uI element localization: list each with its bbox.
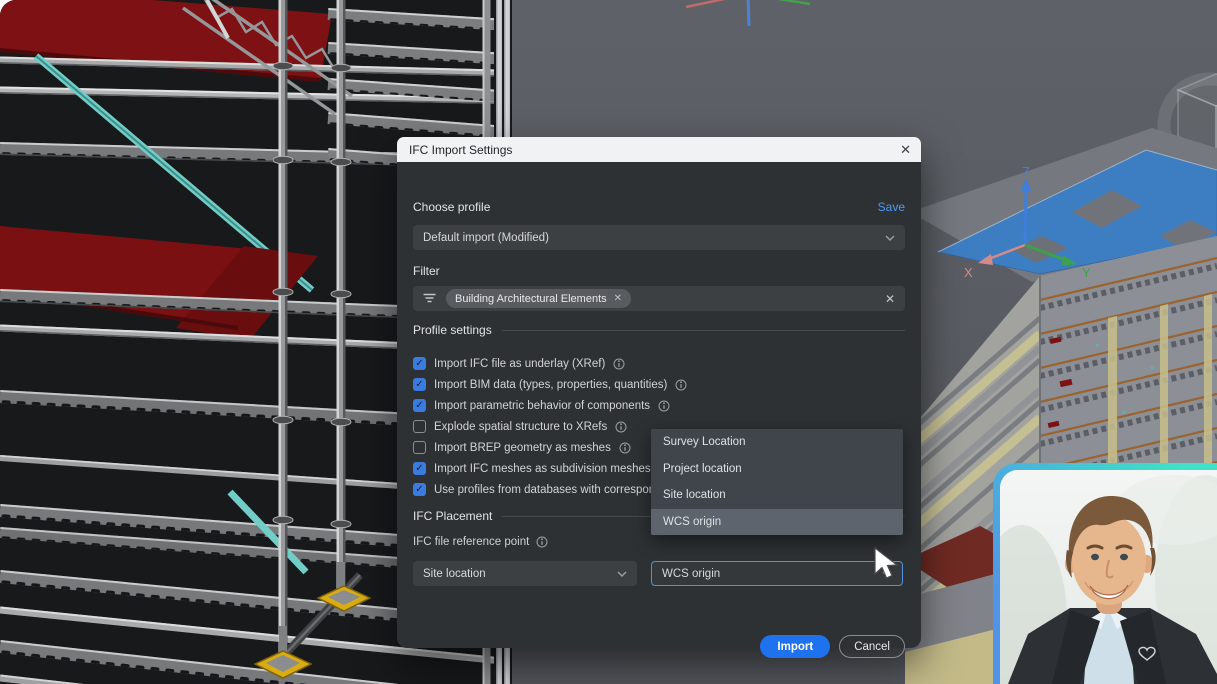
reference-point-label: IFC file reference point: [413, 536, 529, 548]
app-window: Z X Y IFC Import Settings ✕ Choose profi…: [0, 0, 1217, 684]
checkbox[interactable]: ✓: [413, 378, 426, 391]
dropdown-option-wcs-origin[interactable]: WCS origin: [651, 509, 903, 536]
dropdown-option-survey-location[interactable]: Survey Location: [651, 429, 903, 456]
filter-clear-icon[interactable]: ✕: [885, 292, 895, 306]
import-button[interactable]: Import: [760, 635, 830, 658]
profile-select[interactable]: Default import (Modified): [413, 225, 905, 250]
axis-label-y: Y: [1082, 265, 1091, 280]
checkbox-import-ifc-underlay[interactable]: ✓ Import IFC file as underlay (XRef): [413, 353, 905, 374]
chevron-down-icon: [617, 571, 627, 577]
check-icon: ✓: [415, 359, 423, 369]
filter-tag[interactable]: Building Architectural Elements ✕: [446, 289, 631, 308]
checkbox[interactable]: ✓: [413, 483, 426, 496]
tag-remove-icon[interactable]: ✕: [614, 293, 622, 304]
cancel-button[interactable]: Cancel: [839, 635, 905, 658]
presenter-photo: [1000, 470, 1217, 684]
checkbox-import-parametric-behavior[interactable]: ✓ Import parametric behavior of componen…: [413, 395, 905, 416]
axis-label-x: X: [964, 265, 973, 280]
checkbox[interactable]: ✓: [413, 462, 426, 475]
dialog-body: Choose profile Save Default import (Modi…: [397, 162, 921, 648]
check-icon: ✓: [415, 464, 423, 474]
dialog-title: IFC Import Settings: [409, 143, 512, 157]
checkbox[interactable]: ✓: [413, 420, 426, 433]
placement-select-value: WCS origin: [662, 568, 720, 580]
section-divider: [502, 330, 905, 331]
filter-tag-label: Building Architectural Elements: [455, 293, 607, 305]
reference-point-select[interactable]: Site location: [413, 561, 637, 586]
profile-settings-header: Profile settings: [413, 323, 492, 337]
checkbox-import-bim-data[interactable]: ✓ Import BIM data (types, properties, qu…: [413, 374, 905, 395]
filter-icon: [423, 290, 436, 308]
ifc-import-settings-dialog: IFC Import Settings ✕ Choose profile Sav…: [397, 137, 921, 648]
dropdown-option-project-location[interactable]: Project location: [651, 456, 903, 483]
choose-profile-label: Choose profile: [413, 200, 490, 214]
dialog-titlebar[interactable]: IFC Import Settings ✕: [397, 137, 921, 162]
placement-dropdown-list: Survey Location Project location Site lo…: [651, 429, 903, 535]
filter-label: Filter: [413, 264, 440, 278]
mouse-cursor: [872, 547, 902, 581]
info-icon[interactable]: [675, 379, 687, 391]
presenter-video-frame: [993, 463, 1217, 684]
info-icon[interactable]: [658, 400, 670, 412]
info-icon[interactable]: [536, 536, 548, 548]
checkbox[interactable]: ✓: [413, 441, 426, 454]
axis-label-z: Z: [1022, 164, 1030, 179]
check-icon: ✓: [415, 401, 423, 411]
reference-point-value: Site location: [423, 568, 486, 580]
info-icon[interactable]: [619, 442, 631, 454]
chevron-down-icon: [885, 235, 895, 241]
save-profile-link[interactable]: Save: [878, 200, 905, 214]
checkbox[interactable]: ✓: [413, 357, 426, 370]
placement-select[interactable]: WCS origin: [651, 561, 903, 586]
ifc-placement-header: IFC Placement: [413, 509, 492, 523]
filter-input[interactable]: Building Architectural Elements ✕ ✕: [413, 286, 905, 311]
checkbox[interactable]: ✓: [413, 399, 426, 412]
info-icon[interactable]: [613, 358, 625, 370]
close-icon[interactable]: ✕: [900, 143, 911, 156]
check-icon: ✓: [415, 380, 423, 390]
check-icon: ✓: [415, 485, 423, 495]
info-icon[interactable]: [615, 421, 627, 433]
dropdown-option-site-location[interactable]: Site location: [651, 482, 903, 509]
profile-select-value: Default import (Modified): [423, 232, 549, 244]
